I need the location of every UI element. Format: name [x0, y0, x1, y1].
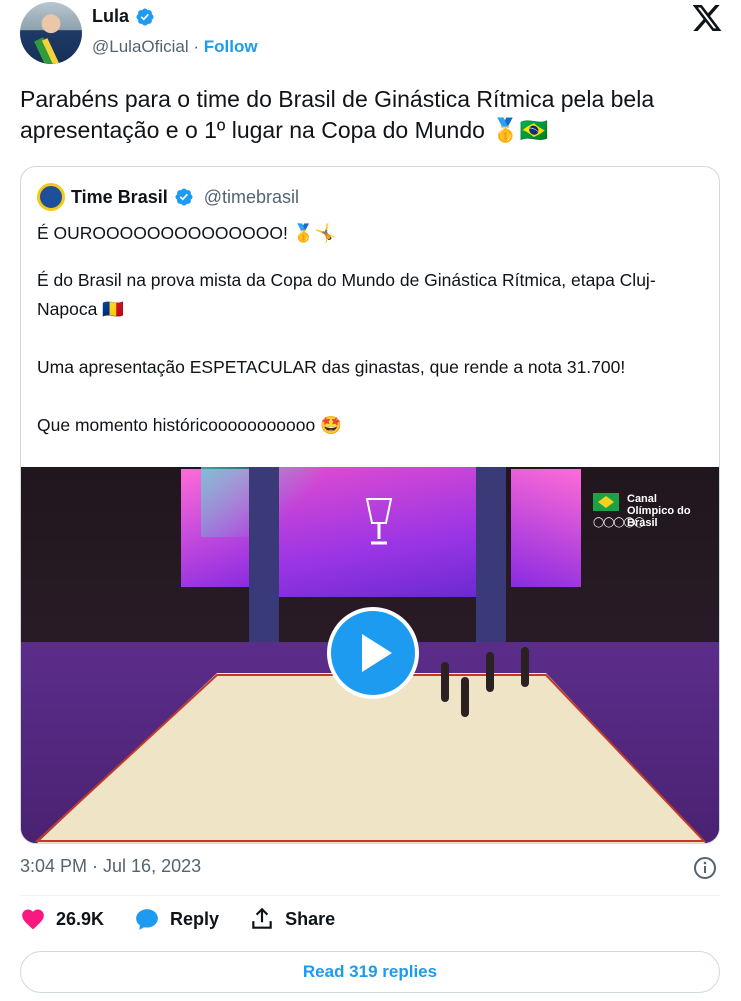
like-button[interactable]: 26.9K — [20, 906, 104, 932]
brazil-flag-icon — [593, 493, 619, 511]
gymnast-figure — [521, 647, 529, 687]
share-label: Share — [285, 908, 336, 929]
tweet-timestamp[interactable]: 3:04 PM · Jul 16, 2023 — [20, 856, 201, 877]
author-avatar[interactable] — [20, 2, 82, 64]
quoted-tweet-card[interactable]: Time Brasil @timebrasil É OUROOOOOOOOOOO… — [20, 166, 720, 844]
author-name[interactable]: Lula — [92, 6, 129, 27]
action-bar: 26.9K Reply Share — [20, 906, 365, 932]
author-name-row: Lula — [92, 6, 155, 27]
reply-bubble-icon — [136, 909, 158, 930]
x-logo-icon[interactable] — [691, 2, 723, 34]
quoted-tweet-header: Time Brasil @timebrasil — [37, 183, 299, 211]
quoted-author-name: Time Brasil — [71, 186, 168, 207]
reply-button[interactable]: Reply — [134, 906, 219, 932]
video-pillar — [476, 467, 506, 647]
author-handle[interactable]: @LulaOficial — [92, 37, 189, 56]
video-screen-right — [511, 469, 581, 587]
verified-badge-icon — [136, 7, 154, 26]
like-count: 26.9K — [56, 908, 105, 929]
quoted-tweet-body: É OUROOOOOOOOOOOOOO! 🥇🤸 É do Brasil na p… — [37, 219, 707, 469]
info-icon[interactable] — [693, 856, 717, 880]
quoted-paragraph: Que momento históricooooooooooo 🤩 — [37, 415, 342, 435]
follow-button[interactable]: Follow — [204, 37, 258, 56]
tweet-text: Parabéns para o time do Brasil de Ginást… — [20, 86, 655, 143]
author-handle-row: @LulaOficial · Follow — [92, 37, 258, 57]
read-replies-button[interactable]: Read 319 replies — [20, 951, 720, 993]
trophy-icon — [365, 498, 393, 545]
separator: · — [193, 37, 200, 56]
quoted-author-avatar — [37, 183, 65, 211]
tweet-header: Lula @LulaOficial · Follow — [18, 0, 723, 70]
divider — [20, 895, 720, 896]
reply-label: Reply — [170, 908, 220, 929]
play-button[interactable] — [327, 607, 419, 699]
heart-icon — [22, 909, 44, 930]
watermark-text: Canal Olímpico do Brasil — [627, 493, 691, 529]
verified-badge-icon — [175, 188, 193, 206]
share-icon — [252, 907, 272, 929]
quoted-paragraph: É OUROOOOOOOOOOOOOO! 🥇🤸 — [37, 223, 337, 243]
gymnast-figure — [461, 677, 469, 717]
quoted-author-handle: @timebrasil — [203, 186, 300, 207]
quoted-paragraph: É do Brasil na prova mista da Copa do Mu… — [37, 270, 656, 319]
share-button[interactable]: Share — [249, 906, 335, 932]
gymnast-figure — [486, 652, 494, 692]
video-pillar — [249, 467, 279, 647]
gymnast-figure — [441, 662, 449, 702]
quoted-paragraph: Uma apresentação ESPETACULAR das ginasta… — [37, 357, 626, 377]
video-player[interactable]: ◯◯◯◯◯ Canal Olímpico do Brasil — [21, 467, 719, 843]
